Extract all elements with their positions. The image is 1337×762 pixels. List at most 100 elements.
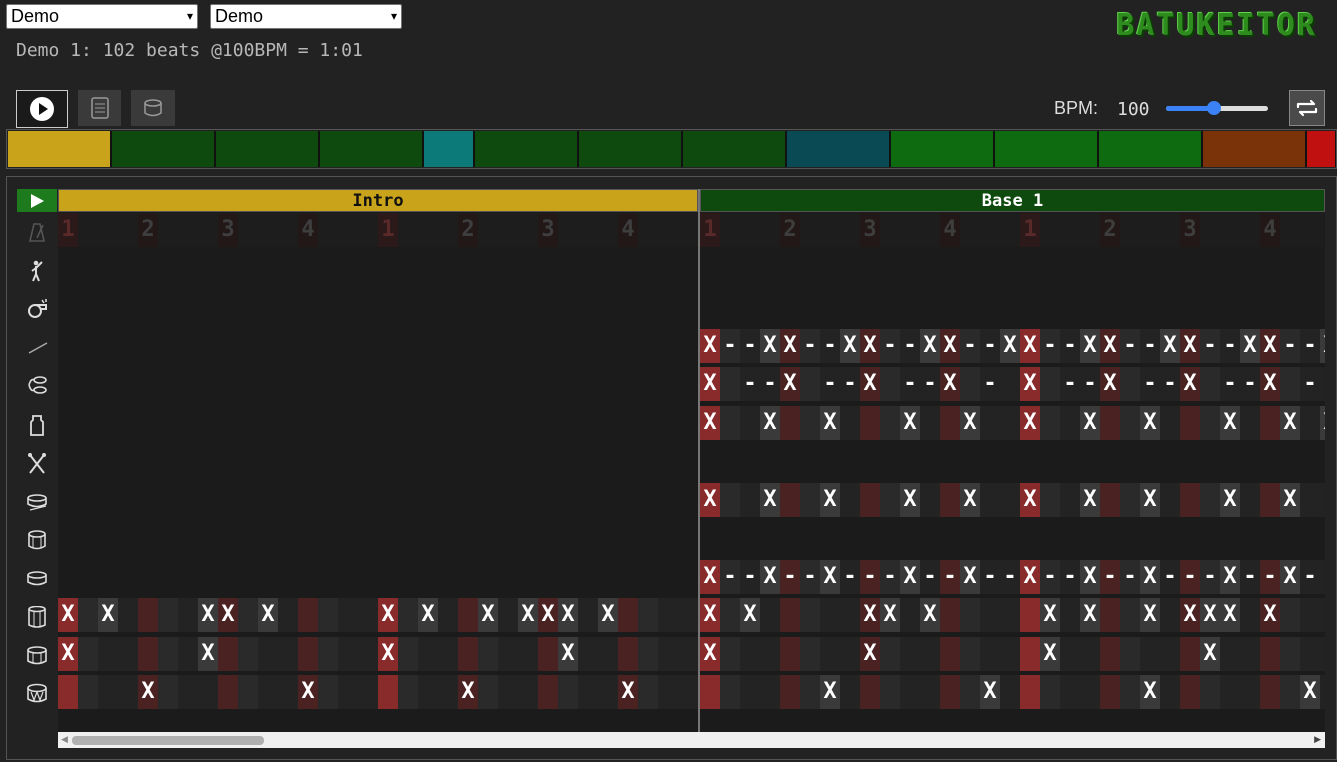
pattern-cell[interactable]: [800, 675, 820, 709]
pattern-cell[interactable]: [98, 521, 118, 555]
pattern-cell[interactable]: [1100, 598, 1120, 632]
pattern-cell[interactable]: X: [198, 598, 218, 632]
pattern-cell[interactable]: [318, 328, 338, 363]
pattern-cell[interactable]: [178, 675, 198, 709]
pattern-cell[interactable]: [478, 636, 498, 671]
pattern-cell[interactable]: [358, 367, 378, 401]
pattern-cell[interactable]: [638, 290, 658, 324]
pattern-cell[interactable]: [358, 290, 378, 324]
pattern-cell[interactable]: [1100, 482, 1120, 517]
pattern-cell[interactable]: [558, 675, 578, 709]
pattern-cell[interactable]: X: [760, 328, 780, 363]
pattern-cell[interactable]: [218, 251, 238, 286]
pattern-cell[interactable]: X: [1040, 636, 1060, 671]
pattern-cell[interactable]: [1200, 444, 1220, 478]
pattern-cell[interactable]: [638, 521, 658, 555]
pattern-cell[interactable]: [658, 367, 678, 401]
pattern-cell[interactable]: [378, 482, 398, 517]
pattern-cell[interactable]: [598, 251, 618, 286]
pattern-cell[interactable]: [498, 521, 518, 555]
pattern-cell[interactable]: [1240, 675, 1260, 709]
pattern-cell[interactable]: [800, 482, 820, 517]
pattern-cell[interactable]: [980, 521, 1000, 555]
pattern-cell[interactable]: [1220, 675, 1240, 709]
pattern-cell[interactable]: [860, 290, 880, 324]
pattern-cell[interactable]: X: [860, 328, 880, 363]
pattern-cell[interactable]: X: [618, 675, 638, 709]
pattern-cell[interactable]: [618, 521, 638, 555]
pattern-cell[interactable]: [1140, 636, 1160, 671]
pattern-cell[interactable]: [418, 559, 438, 594]
pattern-cell[interactable]: -: [720, 559, 740, 594]
pattern-cell[interactable]: [538, 367, 558, 401]
pattern-cell[interactable]: [198, 675, 218, 709]
pattern-cell[interactable]: [1120, 213, 1140, 247]
pattern-cell[interactable]: [720, 482, 740, 517]
pattern-cell[interactable]: [1240, 290, 1260, 324]
pattern-cell[interactable]: [258, 290, 278, 324]
pattern-cell[interactable]: [940, 521, 960, 555]
pattern-cell[interactable]: [238, 598, 258, 632]
pattern-cell[interactable]: [138, 328, 158, 363]
pattern-cell[interactable]: [1300, 521, 1320, 555]
pattern-cell[interactable]: [760, 521, 780, 555]
pattern-cell[interactable]: [178, 328, 198, 363]
pattern-cell[interactable]: [78, 405, 98, 440]
pattern-cell[interactable]: [378, 675, 398, 709]
pattern-cell[interactable]: X: [1260, 328, 1280, 363]
pattern-cell[interactable]: [980, 213, 1000, 247]
pattern-cell[interactable]: [518, 636, 538, 671]
pattern-cell[interactable]: [278, 675, 298, 709]
pattern-cell[interactable]: [138, 636, 158, 671]
pattern-cell[interactable]: [578, 521, 598, 555]
pattern-cell[interactable]: [298, 444, 318, 478]
pattern-cell[interactable]: [1220, 636, 1240, 671]
pattern-cell[interactable]: [1320, 636, 1325, 671]
pattern-cell[interactable]: [558, 521, 578, 555]
pattern-cell[interactable]: [298, 598, 318, 632]
pattern-cell[interactable]: [1220, 290, 1240, 324]
pattern-cell[interactable]: [618, 636, 638, 671]
pattern-cell[interactable]: X: [478, 598, 498, 632]
pattern-cell[interactable]: [720, 521, 740, 555]
pattern-cell[interactable]: [940, 482, 960, 517]
pattern-cell[interactable]: [178, 251, 198, 286]
pattern-cell[interactable]: [920, 290, 940, 324]
score-select[interactable]: Demo ▾: [6, 4, 198, 29]
pattern-cell[interactable]: [198, 328, 218, 363]
pattern-cell[interactable]: X: [1180, 598, 1200, 632]
pattern-cell[interactable]: [1100, 251, 1120, 286]
pattern-cell[interactable]: [338, 290, 358, 324]
pattern-cell[interactable]: [980, 405, 1000, 440]
pattern-cell[interactable]: [1300, 251, 1320, 286]
pattern-cell[interactable]: [880, 482, 900, 517]
pattern-cell[interactable]: [578, 367, 598, 401]
pattern-cell[interactable]: [278, 290, 298, 324]
pattern-cell[interactable]: [780, 251, 800, 286]
pattern-cell[interactable]: [298, 251, 318, 286]
pattern-cell[interactable]: [1000, 213, 1020, 247]
pattern-cell[interactable]: [880, 251, 900, 286]
pattern-cell[interactable]: [578, 482, 598, 517]
pattern-cell[interactable]: X: [1280, 405, 1300, 440]
pattern-cell[interactable]: [1000, 636, 1020, 671]
pattern-cell[interactable]: [478, 328, 498, 363]
pattern-cell[interactable]: [518, 367, 538, 401]
pattern-cell[interactable]: [158, 598, 178, 632]
pattern-cell[interactable]: X: [258, 598, 278, 632]
pattern-cell[interactable]: [618, 251, 638, 286]
pattern-cell[interactable]: [900, 675, 920, 709]
pattern-cell[interactable]: X: [820, 675, 840, 709]
pattern-cell[interactable]: X: [940, 328, 960, 363]
pattern-cell[interactable]: [278, 636, 298, 671]
pattern-cell[interactable]: X: [960, 559, 980, 594]
pattern-cell[interactable]: [1120, 482, 1140, 517]
pattern-cell[interactable]: X: [418, 598, 438, 632]
pattern-cell[interactable]: [418, 444, 438, 478]
pattern-cell[interactable]: -: [1240, 367, 1260, 401]
pattern-cell[interactable]: [1080, 521, 1100, 555]
pattern-cell[interactable]: [138, 251, 158, 286]
pattern-cell[interactable]: [960, 598, 980, 632]
pattern-cell[interactable]: [158, 675, 178, 709]
pattern-cell[interactable]: [418, 482, 438, 517]
